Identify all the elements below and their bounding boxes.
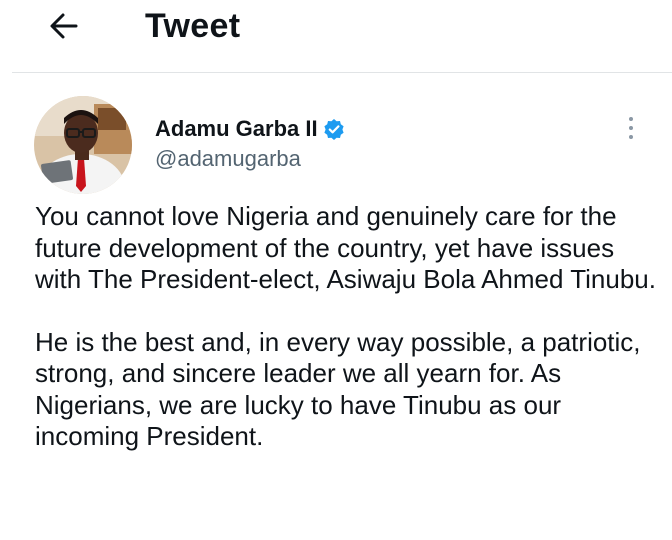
author-info: Adamu Garba II @adamugarba: [155, 115, 345, 173]
name-row: Adamu Garba II: [155, 115, 345, 143]
arrow-left-icon: [50, 13, 78, 39]
more-options-button[interactable]: [618, 110, 644, 146]
profile-photo: [34, 96, 132, 194]
top-bar: Tweet: [0, 0, 672, 74]
avatar[interactable]: [34, 96, 132, 194]
verified-badge-icon: [323, 118, 345, 140]
header-divider: [12, 72, 672, 73]
tweet-paragraph: You cannot love Nigeria and genuinely ca…: [35, 201, 656, 294]
tweet-paragraph: He is the best and, in every way possibl…: [35, 326, 641, 452]
user-handle[interactable]: @adamugarba: [155, 145, 345, 173]
page-title: Tweet: [145, 7, 241, 45]
tweet-text: You cannot love Nigeria and genuinely ca…: [35, 201, 665, 453]
more-vertical-icon: [629, 117, 633, 121]
back-button[interactable]: [44, 6, 84, 46]
display-name[interactable]: Adamu Garba II: [155, 115, 318, 143]
